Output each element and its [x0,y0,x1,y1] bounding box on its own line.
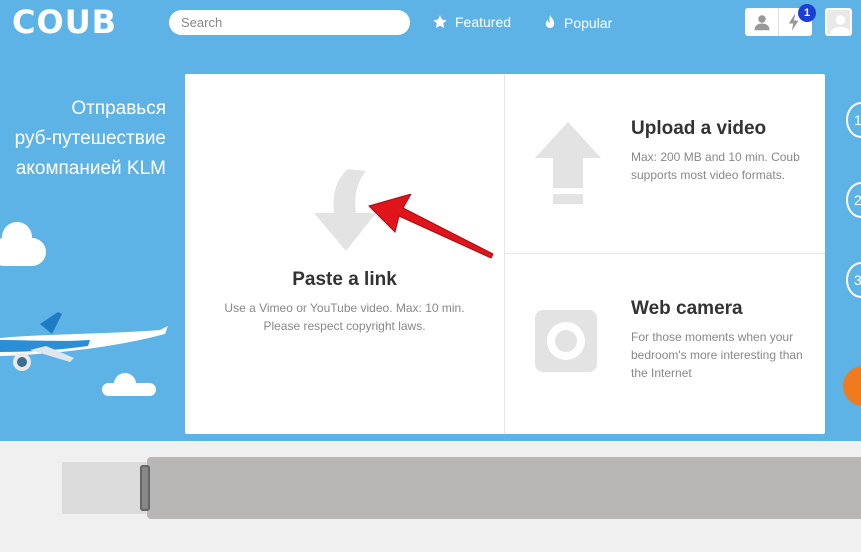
timeline-placeholder [62,462,148,514]
promo-line: руб-путешествие [14,128,166,149]
paste-link-description: Use a Vimeo or YouTube video. Max: 10 mi… [185,299,504,335]
avatar-icon [829,15,852,36]
user-avatar[interactable] [825,8,852,36]
star-icon [433,15,447,28]
search-input[interactable] [169,10,410,35]
upload-options-card: Paste a link Use a Vimeo or YouTube vide… [185,74,825,434]
web-camera-description: For those moments when your bedroom's mo… [631,330,803,380]
cloud-decoration [0,222,46,266]
webcam-icon [535,310,597,372]
nav-popular-label: Popular [564,14,613,31]
upload-video-title: Upload a video [631,118,767,139]
timeline-track[interactable] [147,457,861,519]
nav-popular[interactable]: Popular [543,14,612,31]
paste-desc-line: Please respect copyright laws. [263,319,426,333]
header-divider [778,8,779,36]
upload-video-option[interactable]: Upload a video Max: 200 MB and 10 min. C… [505,74,825,253]
promo-line: акомпанией KLM [15,158,166,179]
annotation-arrow-icon [368,194,494,259]
paste-desc-line: Use a Vimeo or YouTube video. Max: 10 mi… [224,301,465,315]
web-camera-title: Web camera [631,298,743,319]
coub-logo[interactable]: COUB [12,3,117,41]
flame-icon [545,14,555,29]
notification-badge[interactable]: 1 [798,4,816,22]
web-camera-option[interactable]: Web camera For those moments when your b… [505,254,825,433]
upload-video-description: Max: 200 MB and 10 min. Coub supports mo… [631,150,800,182]
user-icon[interactable] [753,13,771,31]
upload-arrow-icon [535,122,601,204]
cloud-decoration [102,373,156,396]
nav-featured-label: Featured [455,14,512,30]
nav-featured[interactable]: Featured [432,14,511,30]
timeline-handle[interactable] [140,465,150,511]
klm-promo-text[interactable]: Отправься руб-путешествие акомпанией KLM [15,94,166,184]
top-header: COUB Featured Popular 1 [0,0,861,46]
promo-line: Отправься [71,98,166,119]
paste-link-title: Paste a link [292,269,397,290]
airplane-illustration [0,312,168,371]
